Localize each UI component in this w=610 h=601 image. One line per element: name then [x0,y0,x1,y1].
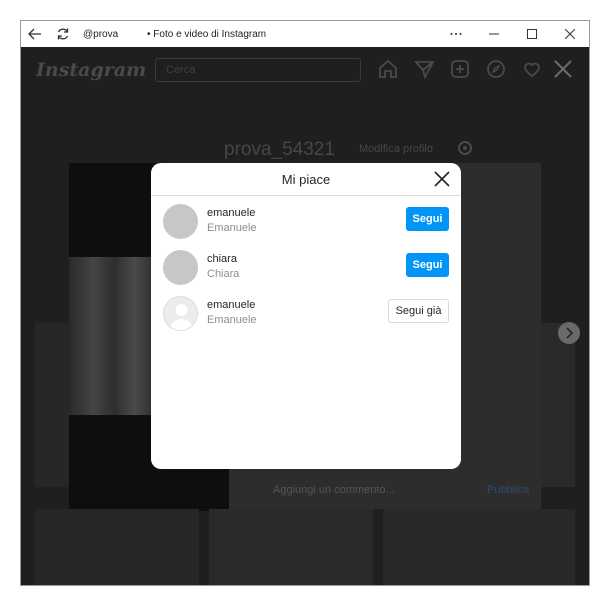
grid-post-2[interactable] [209,509,373,585]
likes-dialog: Mi piace emanuele Emanuele Segui chiara … [151,163,461,469]
grid-post-3[interactable] [383,509,575,585]
dialog-title: Mi piace [281,172,331,187]
grid-post-1[interactable] [35,509,199,585]
nav-icons [377,58,543,80]
avatar[interactable] [163,204,198,239]
more-options-icon[interactable] [437,21,475,47]
direct-icon[interactable] [413,58,435,80]
background-image-left [35,323,69,487]
instagram-logo[interactable]: Instagram [36,59,146,81]
username[interactable]: emanuele [207,207,255,219]
app-window: @prova • Foto e video di Instagram Insta… [20,20,590,586]
next-post-icon[interactable] [558,322,580,344]
explore-icon[interactable] [485,58,507,80]
title-bar: @prova • Foto e video di Instagram [21,21,589,47]
list-item: emanuele Emanuele Segui già [163,294,449,334]
background-image-right [541,323,575,487]
full-name: Chiara [207,268,240,280]
minimize-button[interactable] [475,21,513,47]
edit-profile-link[interactable]: Modifica profilo [359,143,433,155]
home-icon[interactable] [377,58,399,80]
list-item: emanuele Emanuele Segui [163,202,449,242]
username[interactable]: emanuele [207,299,255,311]
instagram-page: Instagram Cerca prova_54321 Modifica pro… [21,47,589,585]
refresh-icon[interactable] [49,21,77,47]
window-username: @prova [83,28,119,40]
instagram-nav: Instagram Cerca [21,47,589,93]
following-button[interactable]: Segui già [388,299,449,323]
follow-button[interactable]: Segui [406,253,449,277]
avatar[interactable] [163,296,198,331]
comment-input[interactable]: Aggiungi un commento... [273,484,395,496]
close-icon[interactable] [431,168,453,190]
maximize-button[interactable] [513,21,551,47]
follow-button[interactable]: Segui [406,207,449,231]
full-name: Emanuele [207,222,257,234]
list-item: chiara Chiara Segui [163,248,449,288]
publish-button[interactable]: Pubblica [487,484,529,496]
profile-username: prova_54321 [224,139,335,160]
settings-icon[interactable] [456,139,474,162]
avatar[interactable] [163,250,198,285]
username[interactable]: chiara [207,253,237,265]
heart-icon[interactable] [521,58,543,80]
post-photo-street [69,257,151,415]
new-post-icon[interactable] [449,58,471,80]
dialog-header: Mi piace [151,163,461,196]
back-icon[interactable] [21,21,49,47]
window-title: • Foto e video di Instagram [147,28,267,40]
close-window-button[interactable] [551,21,589,47]
full-name: Emanuele [207,314,257,326]
close-post-icon[interactable] [553,59,573,84]
search-input[interactable]: Cerca [155,58,361,82]
